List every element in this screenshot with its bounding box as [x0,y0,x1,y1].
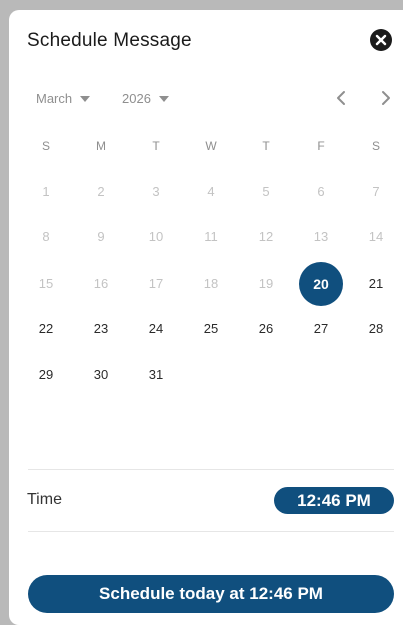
caret-down-icon [158,95,169,102]
calendar-day[interactable]: 28 [354,307,398,351]
calendar-week-row: 8 9 10 11 12 13 14 [18,215,403,255]
calendar-day-disabled: 13 [313,229,329,244]
weekday-saturday: S [371,139,380,153]
time-label: Time [27,491,62,508]
time-picker-button[interactable]: 12:46 PM [274,487,394,514]
calendar-day-disabled: 4 [207,184,215,199]
calendar-day[interactable]: 25 [189,307,233,351]
calendar-day[interactable]: 24 [134,307,178,351]
calendar-day-disabled: 1 [42,184,50,199]
calendar-week-row: 29 30 31 [18,353,403,393]
calendar-day-disabled: 11 [204,229,218,244]
calendar-week-row: 1 2 3 4 5 6 7 [18,170,403,210]
calendar-day[interactable]: 29 [24,353,68,397]
calendar-day[interactable]: 31 [134,353,178,397]
calendar-day-disabled: 2 [97,184,105,199]
calendar-day-disabled: 10 [148,229,164,244]
calendar-day[interactable]: 27 [299,307,343,351]
calendar-day[interactable]: 23 [79,307,123,351]
calendar-day-disabled: 14 [368,229,384,244]
year-value: 2026 [122,91,151,106]
divider [28,531,394,532]
calendar-week-row: 15 16 17 18 19 20 21 [18,262,403,306]
weekday-friday: F [317,139,325,153]
calendar-day-disabled: 12 [258,229,274,244]
calendar-day-disabled: 19 [258,276,274,291]
chevron-right-icon [382,91,390,105]
weekday-thursday: T [262,139,270,153]
weekday-wednesday: W [205,139,217,153]
calendar-day[interactable]: 26 [244,307,288,351]
year-dropdown[interactable]: 2026 [122,91,169,106]
month-value: March [36,91,73,106]
calendar-day-disabled: 16 [93,276,109,291]
weekday-tuesday: T [152,139,160,153]
calendar-day-disabled: 17 [148,276,164,291]
previous-month-button[interactable] [332,88,352,108]
calendar-day-disabled: 8 [42,229,50,244]
calendar-week-row: 22 23 24 25 26 27 28 [18,307,403,347]
calendar-day-disabled: 3 [152,184,160,199]
weekday-sunday: S [41,139,50,153]
calendar-day-disabled: 6 [317,184,325,199]
next-month-button[interactable] [375,88,395,108]
divider [28,469,394,470]
calendar-day-disabled: 7 [372,184,380,199]
schedule-button[interactable]: Schedule today at 12:46 PM [28,575,394,613]
caret-down-icon [80,95,91,102]
close-icon [375,34,387,46]
calendar-day[interactable]: 30 [79,353,123,397]
month-dropdown[interactable]: March [36,91,91,106]
chevron-left-icon [337,91,345,105]
calendar-day[interactable]: 22 [24,307,68,351]
calendar-day-disabled: 9 [97,229,105,244]
weekday-monday: M [96,139,106,153]
schedule-message-dialog: Schedule Message March 2026 S M T W T F … [9,10,403,625]
calendar-day-disabled: 15 [38,276,54,291]
dialog-title: Schedule Message [27,30,192,51]
calendar-day-selected[interactable]: 20 [299,262,343,306]
calendar-day-disabled: 18 [203,276,219,291]
weekday-header-row: S M T W T F S [18,126,403,166]
calendar-day-disabled: 5 [262,184,270,199]
calendar-day[interactable]: 21 [354,262,398,306]
close-button[interactable] [370,29,392,51]
